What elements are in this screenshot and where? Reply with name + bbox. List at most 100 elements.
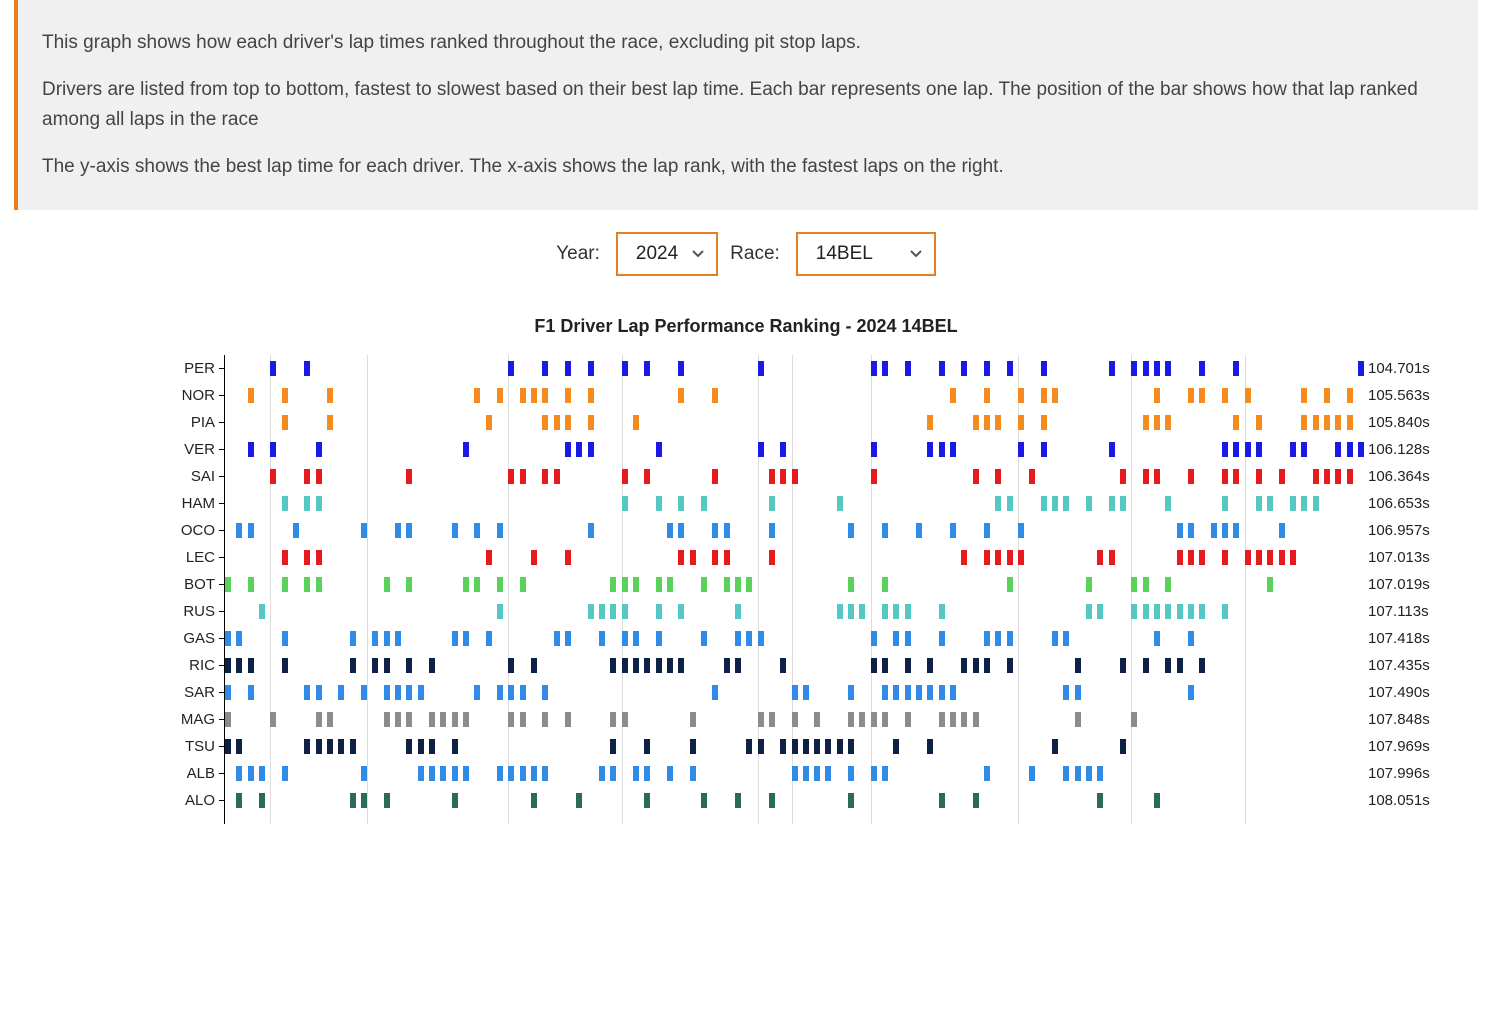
lap-bar	[1097, 793, 1103, 808]
driver-lane	[225, 571, 1358, 598]
lap-bar	[1143, 415, 1149, 430]
lap-bar	[384, 793, 390, 808]
lap-bar	[282, 415, 288, 430]
driver-lane	[225, 490, 1358, 517]
lap-bar	[905, 712, 911, 727]
info-panel: This graph shows how each driver's lap t…	[14, 0, 1478, 210]
driver-code-label: BOT	[25, 576, 225, 593]
lap-bar	[304, 685, 310, 700]
lap-bar	[724, 658, 730, 673]
lap-bar	[667, 766, 673, 781]
lap-bar	[1007, 631, 1013, 646]
lap-bar	[565, 361, 571, 376]
lap-bar	[1347, 469, 1353, 484]
lap-bar	[848, 793, 854, 808]
lap-bar	[440, 712, 446, 727]
lap-bar	[792, 712, 798, 727]
driver-code-label: VER	[25, 441, 225, 458]
lap-bar	[848, 523, 854, 538]
lap-bar	[225, 577, 231, 592]
lap-bar	[1188, 550, 1194, 565]
lap-bar	[361, 523, 367, 538]
race-select[interactable]: 14BEL	[796, 232, 936, 276]
lap-bar	[350, 658, 356, 673]
lap-bar	[1358, 442, 1364, 457]
lap-bar	[1177, 658, 1183, 673]
lap-bar	[1324, 415, 1330, 430]
lap-bar	[1233, 442, 1239, 457]
chart-container: F1 Driver Lap Performance Ranking - 2024…	[14, 304, 1478, 824]
lap-bar	[961, 550, 967, 565]
lap-bar	[905, 658, 911, 673]
lap-bar	[667, 577, 673, 592]
lap-bar	[1165, 415, 1171, 430]
lap-bar	[248, 442, 254, 457]
lap-bar	[939, 631, 945, 646]
lap-bar	[780, 469, 786, 484]
lap-bar	[463, 631, 469, 646]
lap-bar	[701, 496, 707, 511]
driver-code-label: SAR	[25, 684, 225, 701]
chart-plot-area: PER104.701sNOR105.563sPIA105.840sVER106.…	[224, 355, 1358, 824]
lap-bar	[304, 550, 310, 565]
lap-bar	[327, 388, 333, 403]
lap-bar	[939, 793, 945, 808]
lap-bar	[1222, 523, 1228, 538]
lap-bar	[837, 739, 843, 754]
lap-bar	[486, 415, 492, 430]
lap-bar	[1313, 415, 1319, 430]
lap-bar	[259, 793, 265, 808]
lap-bar	[520, 577, 526, 592]
lap-bar	[1222, 496, 1228, 511]
lap-bar	[939, 442, 945, 457]
lap-bar	[327, 712, 333, 727]
lap-bar	[372, 658, 378, 673]
lap-bar	[418, 685, 424, 700]
lap-bar	[508, 658, 514, 673]
lap-bar	[610, 658, 616, 673]
lap-bar	[565, 550, 571, 565]
lap-bar	[984, 415, 990, 430]
lap-bar	[452, 523, 458, 538]
lap-bar	[282, 388, 288, 403]
lap-bar	[995, 415, 1001, 430]
lap-bar	[338, 685, 344, 700]
lap-bar	[1052, 631, 1058, 646]
lap-bar	[995, 631, 1001, 646]
lap-bar	[316, 577, 322, 592]
lap-bar	[236, 766, 242, 781]
lap-bar	[542, 685, 548, 700]
lap-bar	[871, 631, 877, 646]
driver-lane	[225, 598, 1358, 625]
lap-bar	[1279, 523, 1285, 538]
lap-bar	[746, 739, 752, 754]
lap-bar	[1131, 361, 1137, 376]
lap-bar	[701, 577, 707, 592]
driver-code-label: NOR	[25, 387, 225, 404]
lap-bar	[995, 496, 1001, 511]
lap-bar	[1120, 469, 1126, 484]
year-select[interactable]: 2024	[616, 232, 718, 276]
lap-bar	[622, 712, 628, 727]
lap-bar	[236, 658, 242, 673]
lap-bar	[316, 739, 322, 754]
lap-bar	[1086, 766, 1092, 781]
lap-bar	[1018, 388, 1024, 403]
lap-bar	[905, 685, 911, 700]
lap-bar	[1018, 523, 1024, 538]
lap-bar	[1097, 550, 1103, 565]
lap-bar	[769, 496, 775, 511]
lap-bar	[1267, 577, 1273, 592]
lap-bar	[1335, 442, 1341, 457]
driver-code-label: RUS	[25, 603, 225, 620]
lap-bar	[565, 388, 571, 403]
lap-bar	[225, 712, 231, 727]
lap-bar	[1131, 577, 1137, 592]
lap-bar	[814, 739, 820, 754]
lap-bar	[950, 442, 956, 457]
lap-bar	[531, 658, 537, 673]
driver-lane	[225, 760, 1358, 787]
lap-bar	[486, 550, 492, 565]
lap-bar	[497, 685, 503, 700]
lap-bar	[837, 604, 843, 619]
